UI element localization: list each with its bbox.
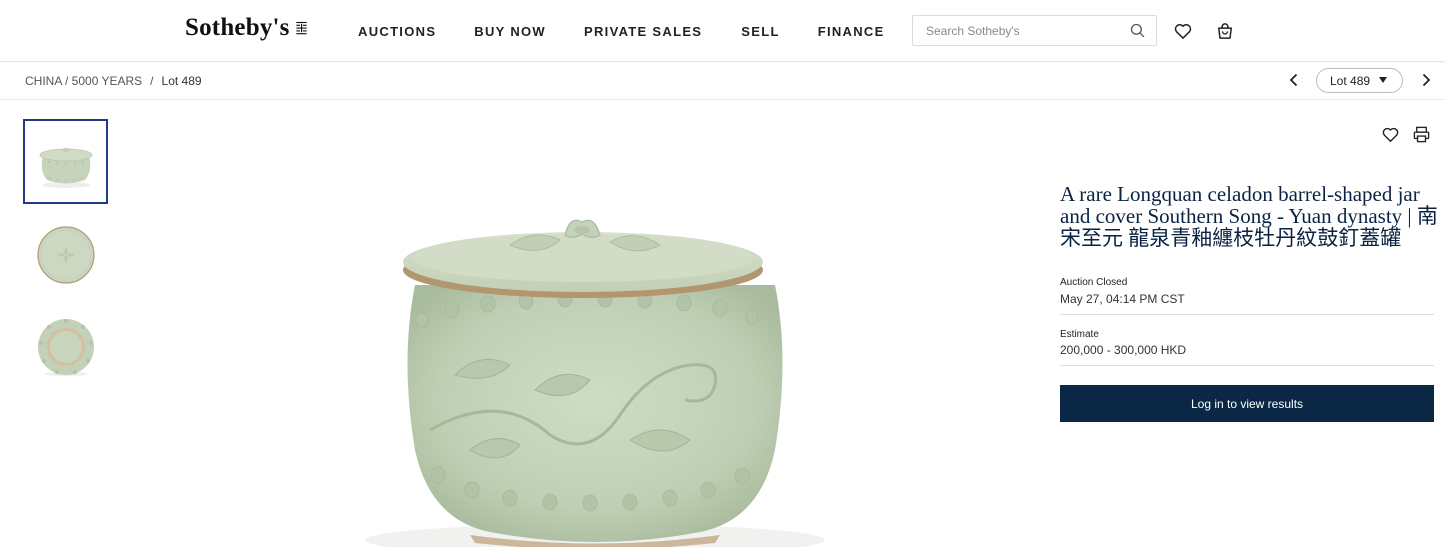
estimate-label: Estimate bbox=[1060, 329, 1099, 340]
lot-select-dropdown[interactable]: Lot 489 bbox=[1316, 68, 1403, 93]
logo-mark-icon bbox=[295, 21, 307, 35]
chevron-right-icon[interactable] bbox=[1418, 72, 1434, 88]
thumbnail-1[interactable] bbox=[23, 119, 108, 204]
main-nav: AUCTIONS BUY NOW PRIVATE SALES SELL FINA… bbox=[358, 24, 885, 39]
shopping-bag-icon[interactable] bbox=[1215, 21, 1235, 41]
estimate-value: 200,000 - 300,000 HKD bbox=[1060, 343, 1187, 357]
logo-text: Sotheby's bbox=[185, 14, 290, 41]
divider bbox=[1060, 314, 1434, 315]
site-header: Sotheby's AUCTIONS BUY NOW PRIVATE SALES… bbox=[0, 0, 1445, 62]
jar-top-thumbnail bbox=[36, 225, 95, 284]
thumbnail-2[interactable] bbox=[23, 212, 108, 297]
nav-finance[interactable]: FINANCE bbox=[818, 24, 885, 39]
search-input[interactable] bbox=[913, 16, 1113, 45]
breadcrumb-bar: CHINA / 5000 YEARS / Lot 489 bbox=[0, 62, 1445, 100]
breadcrumb: CHINA / 5000 YEARS / Lot 489 bbox=[25, 74, 202, 88]
printer-icon[interactable] bbox=[1412, 125, 1431, 144]
breadcrumb-separator: / bbox=[150, 74, 154, 88]
breadcrumb-current-lot: Lot 489 bbox=[161, 74, 202, 88]
login-to-view-results-button[interactable]: Log in to view results bbox=[1060, 385, 1434, 422]
auction-closed-date: May 27, 04:14 PM CST bbox=[1060, 292, 1185, 306]
thumbnail-3[interactable] bbox=[23, 304, 108, 389]
caret-down-icon bbox=[1379, 77, 1387, 83]
nav-buy-now[interactable]: BUY NOW bbox=[474, 24, 546, 39]
divider bbox=[1060, 365, 1434, 366]
jar-base-thumbnail bbox=[37, 318, 94, 376]
heart-icon[interactable] bbox=[1381, 125, 1400, 144]
search-icon[interactable] bbox=[1130, 23, 1145, 38]
jar-main-image[interactable] bbox=[360, 200, 830, 547]
auction-status-label: Auction Closed bbox=[1060, 277, 1128, 288]
chevron-left-icon[interactable] bbox=[1286, 72, 1302, 88]
breadcrumb-sale-link[interactable]: CHINA / 5000 YEARS bbox=[25, 74, 142, 88]
nav-private-sales[interactable]: PRIVATE SALES bbox=[584, 24, 702, 39]
heart-icon[interactable] bbox=[1173, 21, 1193, 41]
lot-select-value: Lot 489 bbox=[1330, 73, 1371, 88]
nav-auctions[interactable]: AUCTIONS bbox=[358, 24, 436, 39]
nav-sell[interactable]: SELL bbox=[741, 24, 779, 39]
lot-title: A rare Longquan celadon barrel-shaped ja… bbox=[1060, 182, 1438, 250]
logo-mark bbox=[295, 21, 308, 35]
jar-side-thumbnail bbox=[39, 147, 92, 188]
sothebys-logo[interactable]: Sotheby's bbox=[185, 14, 308, 42]
search-box bbox=[912, 15, 1157, 46]
